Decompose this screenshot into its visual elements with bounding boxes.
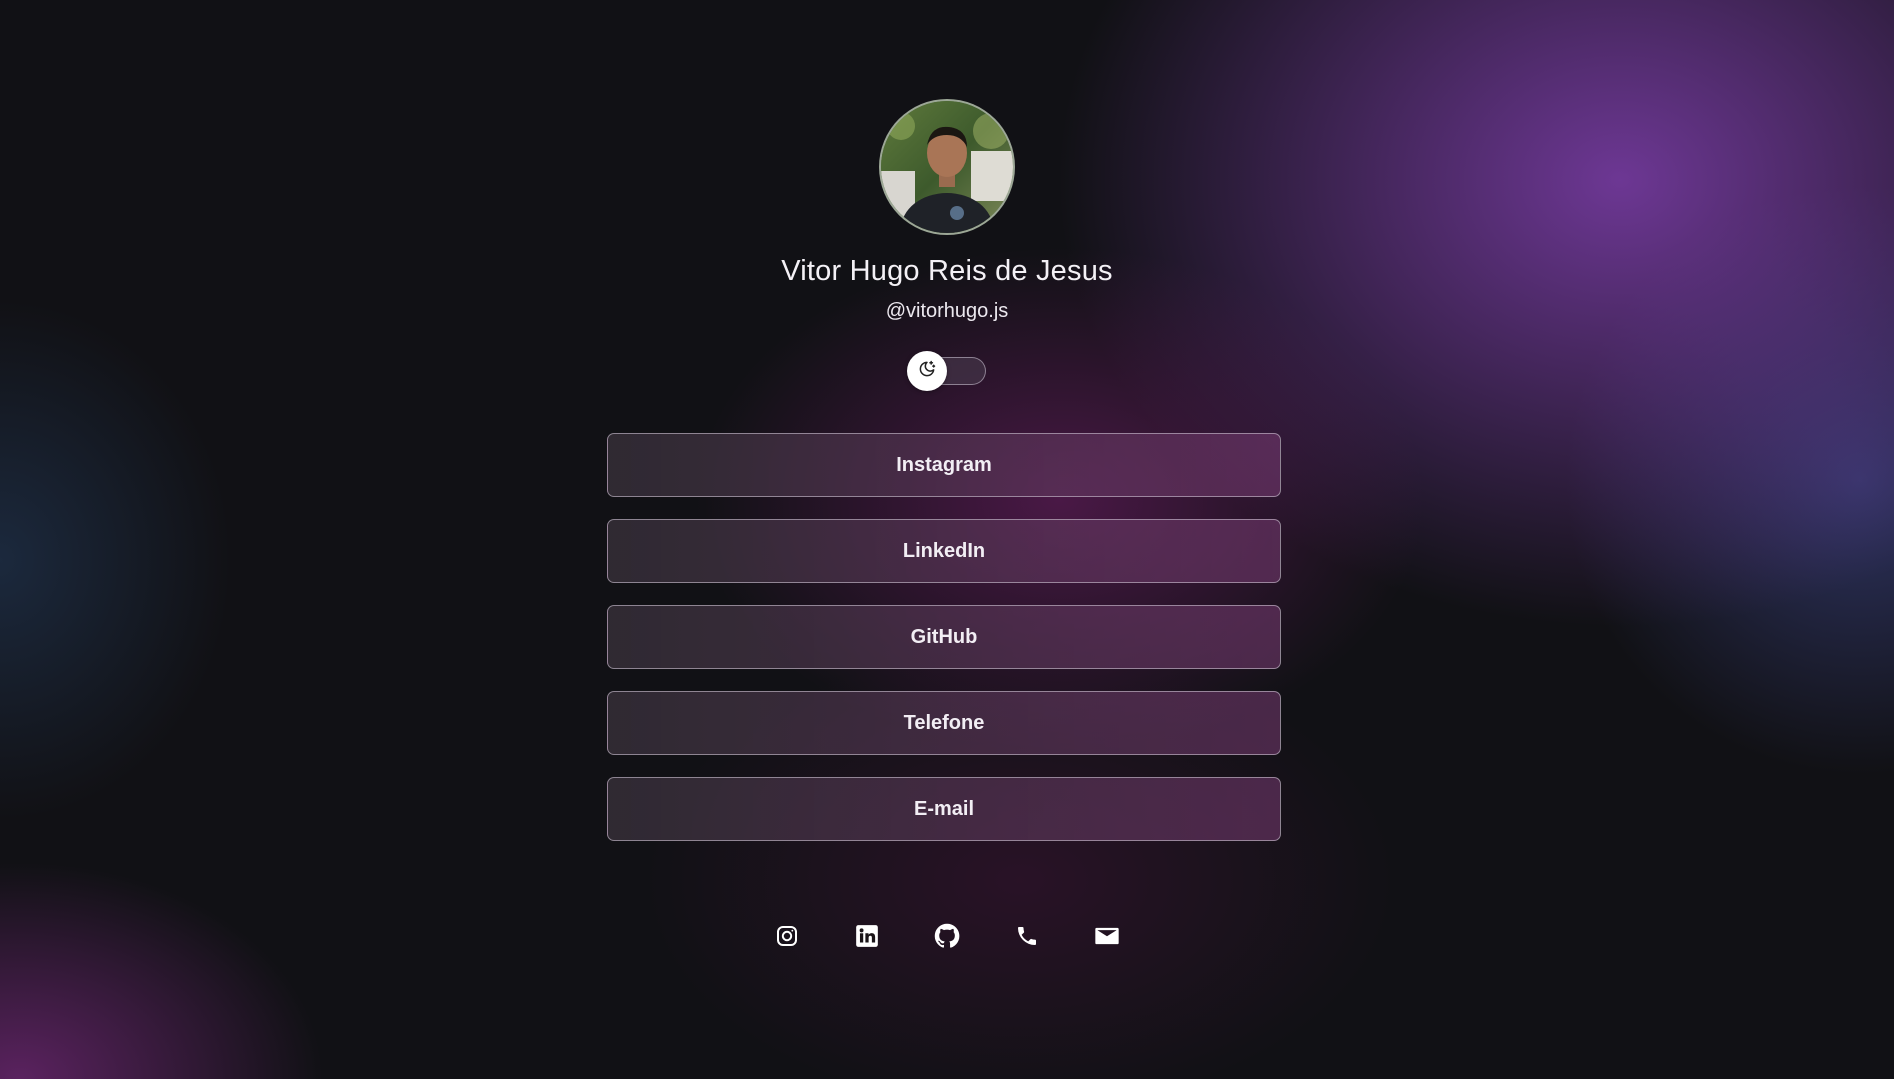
profile-handle: @vitorhugo.js [885, 300, 1009, 322]
link-label: E-mail [913, 797, 975, 820]
toggle-knob[interactable] [907, 351, 947, 391]
social-icons [0, 922, 1894, 950]
instagram-icon[interactable] [773, 922, 801, 950]
profile-name: Vitor Hugo Reis de Jesus [781, 255, 1113, 287]
theme-toggle[interactable] [907, 351, 987, 391]
profile-section: Vitor Hugo Reis de Jesus @vitorhugo.js [0, 99, 1894, 391]
links-list: Instagram LinkedIn GitHub Telefone E-mai… [607, 433, 1281, 863]
linkedin-link-button[interactable]: LinkedIn [607, 519, 1281, 583]
github-link-button[interactable]: GitHub [607, 605, 1281, 669]
mail-icon[interactable] [1093, 922, 1121, 950]
email-link-button[interactable]: E-mail [607, 777, 1281, 841]
phone-icon[interactable] [1013, 922, 1041, 950]
linkedin-icon[interactable] [853, 922, 881, 950]
link-label: LinkedIn [902, 539, 986, 562]
instagram-link-button[interactable]: Instagram [607, 433, 1281, 497]
telefone-link-button[interactable]: Telefone [607, 691, 1281, 755]
avatar [879, 99, 1015, 235]
link-label: Telefone [903, 711, 985, 734]
github-icon[interactable] [933, 922, 961, 950]
link-label: GitHub [910, 625, 978, 648]
link-page: Vitor Hugo Reis de Jesus @vitorhugo.js I… [0, 0, 1894, 1079]
moon-sun-icon [917, 359, 937, 384]
link-label: Instagram [896, 453, 992, 476]
